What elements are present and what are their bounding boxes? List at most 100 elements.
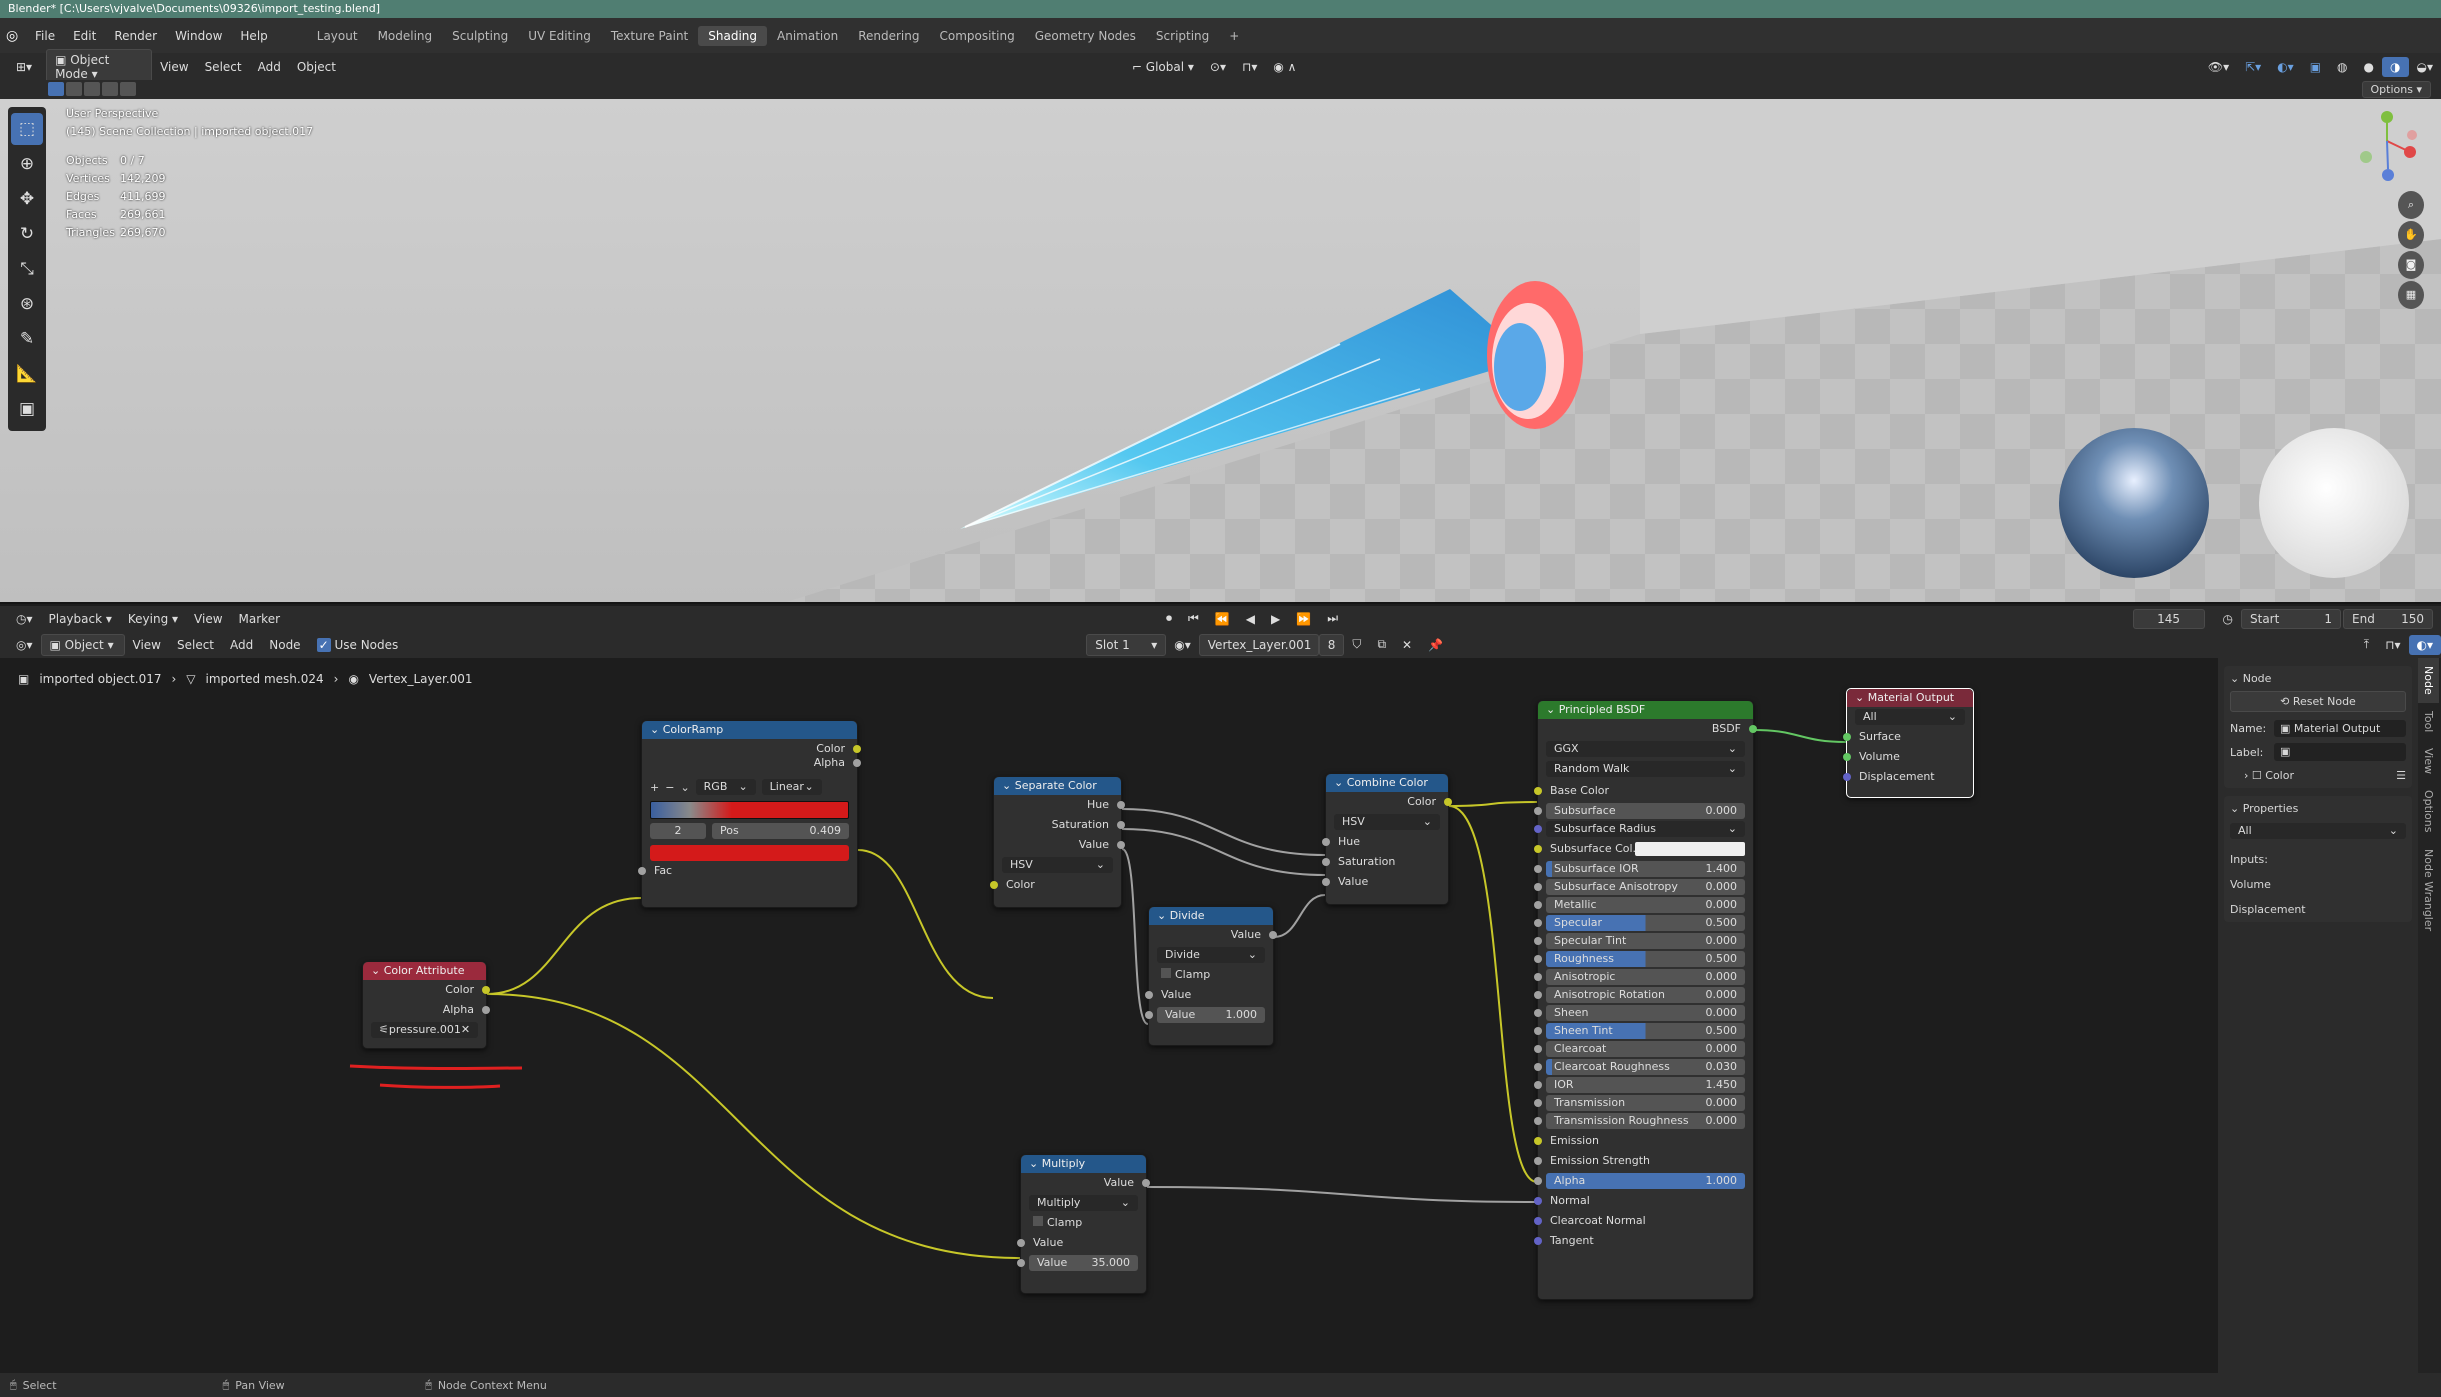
tab-modeling[interactable]: Modeling bbox=[368, 26, 443, 46]
tab-layout[interactable]: Layout bbox=[307, 26, 368, 46]
mode-dropdown[interactable]: HSV ⌄ bbox=[1002, 857, 1113, 873]
play-icon[interactable]: ▶ bbox=[1263, 609, 1288, 629]
start-frame-field[interactable]: Start 1 bbox=[2241, 608, 2341, 629]
select-new-icon[interactable] bbox=[48, 82, 64, 96]
menu-select[interactable]: Select bbox=[197, 57, 250, 77]
tab-geometry-nodes[interactable]: Geometry Nodes bbox=[1025, 26, 1146, 46]
measure-icon[interactable]: 📐 bbox=[11, 358, 43, 390]
bsdf-param-field[interactable]: Transmission Roughness 0.000 bbox=[1534, 1113, 1745, 1129]
input-socket[interactable] bbox=[1843, 753, 1851, 761]
node-multiply[interactable]: ⌄ Multiply Value Multiply ⌄ Clamp Value V… bbox=[1017, 1154, 1150, 1294]
node-panel-header[interactable]: ⌄ Node bbox=[2230, 672, 2406, 685]
menu-add[interactable]: Add bbox=[250, 57, 289, 77]
bsdf-param-field[interactable]: Anisotropic 0.000 bbox=[1534, 969, 1745, 985]
output-socket[interactable] bbox=[1142, 1179, 1150, 1187]
material-browse-icon[interactable]: ◉▾ bbox=[1166, 635, 1199, 655]
menu-view-node[interactable]: View bbox=[125, 635, 169, 655]
input-socket[interactable] bbox=[1534, 1137, 1542, 1145]
shading-rendered-icon[interactable]: ◒▾ bbox=[2409, 57, 2441, 77]
input-socket[interactable] bbox=[638, 867, 646, 875]
node-header[interactable]: ⌄ Principled BSDF bbox=[1538, 701, 1753, 719]
input-socket[interactable] bbox=[1145, 1011, 1153, 1019]
clamp-checkbox[interactable]: Clamp bbox=[1149, 965, 1273, 985]
bsdf-param-field[interactable]: Specular Tint 0.000 bbox=[1534, 933, 1745, 949]
alpha-field[interactable]: Alpha 1.000 bbox=[1534, 1173, 1745, 1189]
clamp-checkbox[interactable]: Clamp bbox=[1021, 1213, 1146, 1233]
remove-stop-icon[interactable]: − bbox=[665, 781, 674, 794]
end-frame-field[interactable]: End 150 bbox=[2343, 608, 2433, 629]
input-socket[interactable] bbox=[1534, 901, 1542, 909]
properties-target-dropdown[interactable]: All ⌄ bbox=[2230, 823, 2406, 839]
node-header[interactable]: ⌄ Combine Color bbox=[1326, 774, 1448, 792]
menu-help[interactable]: Help bbox=[231, 29, 276, 43]
input-socket[interactable] bbox=[1322, 838, 1330, 846]
color-mode-dropdown[interactable]: RGB ⌄ bbox=[695, 779, 756, 795]
input-socket[interactable] bbox=[990, 881, 998, 889]
tab-node-wrangler[interactable]: Node Wrangler bbox=[2418, 841, 2439, 939]
unlink-material-icon[interactable]: ✕ bbox=[1394, 635, 1420, 655]
node-principled-bsdf[interactable]: ⌄ Principled BSDF BSDF GGX ⌄ Random Walk ⌄… bbox=[1534, 700, 1757, 1300]
select-subtract-icon[interactable] bbox=[84, 82, 100, 96]
attribute-name-field[interactable]: ⚟ pressure.001 ✕ bbox=[371, 1022, 478, 1038]
menu-edit[interactable]: Edit bbox=[64, 29, 105, 43]
distribution-dropdown[interactable]: GGX ⌄ bbox=[1546, 741, 1745, 757]
bsdf-param-field[interactable]: Anisotropic Rotation 0.000 bbox=[1534, 987, 1745, 1003]
input-socket[interactable] bbox=[1534, 955, 1542, 963]
fake-user-icon[interactable]: ⛉ bbox=[1344, 634, 1369, 655]
input-socket[interactable] bbox=[1534, 845, 1542, 853]
duplicate-material-icon[interactable]: ⧉ bbox=[1369, 634, 1394, 655]
output-socket[interactable] bbox=[1749, 725, 1757, 733]
tab-rendering[interactable]: Rendering bbox=[848, 26, 929, 46]
menu-window[interactable]: Window bbox=[166, 29, 231, 43]
camera-icon[interactable]: ◙ bbox=[2398, 251, 2424, 279]
current-frame-field[interactable]: 145 bbox=[2132, 608, 2205, 629]
input-socket[interactable] bbox=[1534, 1197, 1542, 1205]
node-colorramp[interactable]: ⌄ ColorRamp Color Alpha + − ⌄ RGB ⌄ Linear ⌄… bbox=[638, 720, 861, 908]
input-socket[interactable] bbox=[1534, 1217, 1542, 1225]
gizmo-icon[interactable]: ⇱▾ bbox=[2237, 57, 2269, 77]
select-intersect-icon[interactable] bbox=[120, 82, 136, 96]
input-socket[interactable] bbox=[1534, 1117, 1542, 1125]
input-socket[interactable] bbox=[1534, 973, 1542, 981]
menu-playback[interactable]: Playback ▾ bbox=[41, 609, 120, 629]
node-label-field[interactable]: ▣ bbox=[2274, 743, 2406, 761]
rotate-icon[interactable]: ↻ bbox=[11, 218, 43, 250]
parent-node-tree-icon[interactable]: ⤒ bbox=[2356, 634, 2377, 655]
select-difference-icon[interactable] bbox=[102, 82, 118, 96]
node-header[interactable]: ⌄ Material Output bbox=[1847, 689, 1973, 707]
color-swatch[interactable] bbox=[1635, 842, 1745, 856]
interpolation-dropdown[interactable]: Linear ⌄ bbox=[761, 779, 822, 795]
3d-viewport[interactable]: ⬚ ⊕ ✥ ↻ ⤡ ⊛ ✎ 📐 ▣ User Perspective (145)… bbox=[0, 99, 2441, 604]
output-socket[interactable] bbox=[853, 745, 861, 753]
input-socket[interactable] bbox=[1534, 991, 1542, 999]
input-socket[interactable] bbox=[1843, 773, 1851, 781]
shading-solid-icon[interactable]: ● bbox=[2356, 57, 2382, 77]
list-icon[interactable]: ☰ bbox=[2396, 769, 2406, 782]
annotate-icon[interactable]: ✎ bbox=[11, 323, 43, 355]
bsdf-param-field[interactable]: Clearcoat 0.000 bbox=[1534, 1041, 1745, 1057]
overlay-icon[interactable]: ◐▾ bbox=[2269, 57, 2302, 77]
ortho-grid-icon[interactable]: ▦ bbox=[2398, 281, 2424, 309]
node-header[interactable]: ⌄ Separate Color bbox=[994, 777, 1121, 795]
value-field[interactable]: Value 1.000 bbox=[1145, 1007, 1265, 1023]
bsdf-param-field[interactable]: Subsurface Anisotropy 0.000 bbox=[1534, 879, 1745, 895]
input-socket[interactable] bbox=[1534, 1237, 1542, 1245]
node-header[interactable]: ⌄ Color Attribute bbox=[363, 962, 486, 980]
snap-node-icon[interactable]: ⊓▾ bbox=[2377, 635, 2408, 655]
menu-view-timeline[interactable]: View bbox=[186, 609, 230, 629]
input-socket[interactable] bbox=[1322, 858, 1330, 866]
shading-material-icon[interactable]: ◑ bbox=[2382, 56, 2409, 77]
mode-dropdown[interactable]: HSV ⌄ bbox=[1334, 814, 1440, 830]
move-icon[interactable]: ✥ bbox=[11, 183, 43, 215]
node-color-attribute[interactable]: ⌄ Color Attribute Color Alpha ⚟ pressure.… bbox=[362, 961, 490, 1049]
input-socket[interactable] bbox=[1534, 1099, 1542, 1107]
jump-start-icon[interactable]: ⏮ bbox=[1180, 608, 1207, 629]
node-divide[interactable]: ⌄ Divide Value Divide ⌄ Clamp Value Value… bbox=[1145, 906, 1277, 1046]
overlay-node-icon[interactable]: ◐▾ bbox=[2408, 634, 2441, 655]
add-stop-icon[interactable]: + bbox=[650, 781, 659, 794]
select-extend-icon[interactable] bbox=[66, 82, 82, 96]
shading-wireframe-icon[interactable]: ◍ bbox=[2329, 57, 2355, 77]
value-field[interactable]: Value 35.000 bbox=[1017, 1255, 1138, 1271]
input-socket[interactable] bbox=[1534, 883, 1542, 891]
bsdf-param-field[interactable]: Subsurface IOR 1.400 bbox=[1534, 861, 1745, 877]
